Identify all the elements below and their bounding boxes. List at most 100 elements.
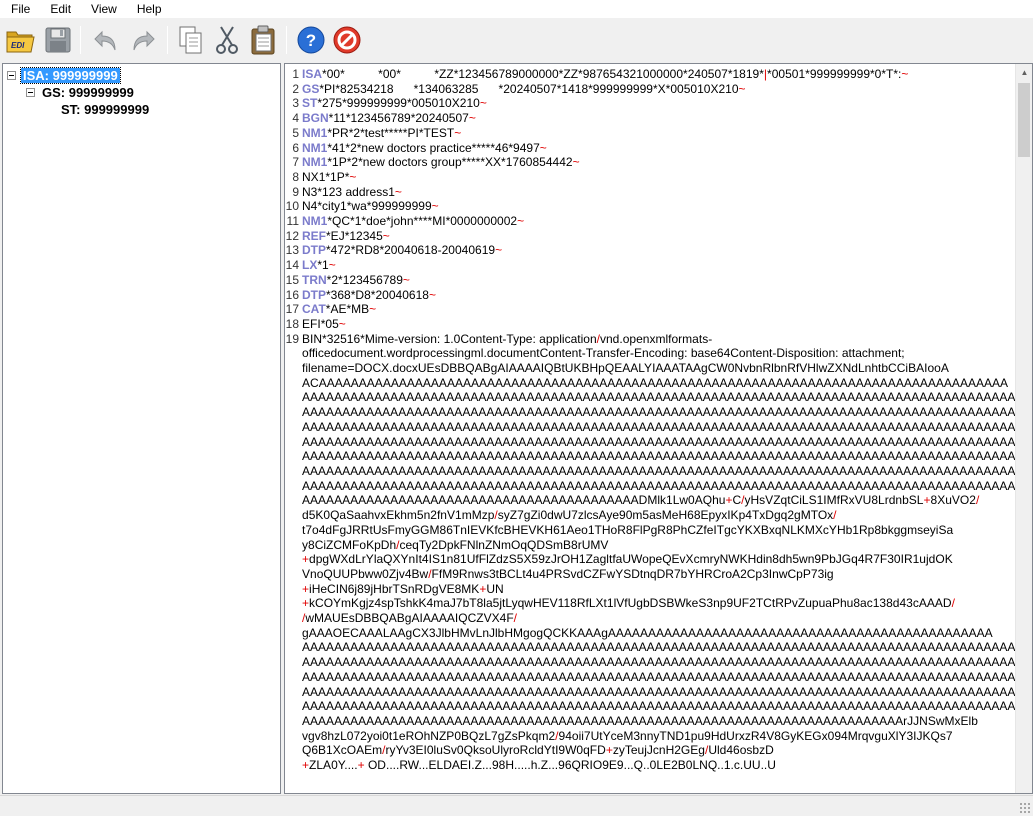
tree-node-st[interactable]: ST: 999999999 [59, 101, 151, 117]
editor-line-wrapped: ACAAAAAAAAAAAAAAAAAAAAAAAAAAAAAAAAAAAAAA… [285, 376, 1016, 391]
line-number [285, 758, 302, 773]
copy-icon[interactable] [175, 24, 207, 56]
line-number: 9 [292, 184, 299, 199]
editor-line: 11 NM1*QC*1*doe*john****MI*0000000002~ [285, 214, 1016, 229]
editor-line: 17 CAT*AE*MB~ [285, 302, 1016, 317]
segment-tree[interactable]: ISA: 999999999 GS: 999999999 ST: 9999999… [2, 63, 281, 794]
line-text: ST*275*999999999*005010X210~ [302, 96, 1016, 111]
collapse-icon[interactable] [7, 70, 16, 80]
segment-body: *QC*1*doe*john****MI*0000000002~ [327, 214, 525, 229]
open-edi-icon[interactable]: EDI [5, 24, 37, 56]
binary-data-row: d5K0QaSaahvxEkhm5n2fnV1mMzp/syZ7gZi0dwU7… [302, 508, 837, 523]
line-number [285, 640, 302, 655]
editor-line: 9 N3*123 address1~ [285, 185, 1016, 200]
segment-body: *368*D8*20040618~ [326, 287, 436, 302]
line-text: EFI*05~ [302, 317, 1016, 332]
menu-bar: File Edit View Help [0, 0, 1033, 18]
resize-grip-icon[interactable] [1019, 802, 1031, 814]
segment-id: ISA [302, 67, 323, 81]
line-number [285, 552, 302, 567]
menu-help[interactable]: Help [127, 0, 172, 18]
tree-label-st[interactable]: ST: 999999999 [59, 102, 151, 117]
editor-line-wrapped: filename=DOCX.docxUEsDBBQABgAIAAAAIQBtUK… [285, 361, 1016, 376]
line-number: 5 [292, 125, 299, 140]
save-icon[interactable] [42, 24, 74, 56]
edi-text-editor[interactable]: 1 ISA*00* *00* *ZZ*123456789000000*ZZ*987… [284, 63, 1033, 794]
binary-data-row: +kCOYmKgjz4spTshkK4maJ7bT8la5jtLyqwHEV11… [302, 596, 955, 611]
collapse-icon[interactable] [26, 87, 35, 97]
binary-data-row: officedocument.wordprocessingml.document… [302, 346, 905, 361]
editor-line-wrapped: AAAAAAAAAAAAAAAAAAAAAAAAAAAAAAAAAAAAAAAA… [285, 464, 1016, 479]
cut-icon[interactable] [211, 24, 243, 56]
segment-id: ST [302, 96, 318, 111]
toolbar-separator [80, 26, 81, 54]
line-number [285, 714, 302, 729]
redo-icon[interactable] [127, 24, 159, 56]
segment-id: CAT [302, 302, 326, 317]
line-text: N4*city1*wa*999999999~ [302, 199, 1016, 214]
binary-data-row: VnoQUUPbww0Zjv4Bw/FfM9Rnws3tBCLt4u4PRSvd… [302, 566, 834, 581]
binary-data-row: AAAAAAAAAAAAAAAAAAAAAAAAAAAAAAAAAAAAAAAA… [302, 390, 1016, 405]
scroll-thumb[interactable] [1018, 83, 1030, 157]
editor-line: 2 GS*PI*82534218 *134063285 *20240507*141… [285, 82, 1016, 97]
tree-label-gs[interactable]: GS: 999999999 [40, 85, 136, 100]
line-text: NX1*1P*~ [302, 170, 1016, 185]
line-number: 1 [292, 67, 299, 81]
editor-line-wrapped: AAAAAAAAAAAAAAAAAAAAAAAAAAAAAAAAAAAAAAAA… [285, 640, 1016, 655]
tree-node-isa[interactable]: ISA: 999999999 [7, 66, 121, 84]
binary-data-row: y8CiZCMFoKpDh/ceqTy2DpkFNlnZNmOqQDSmB8rU… [302, 537, 609, 552]
segment-body: *275*999999999*005010X210~ [317, 96, 487, 111]
editor-line-wrapped: gAAAOECAAALAAgCX3JlbHMvLnJlbHMgogQCKKAAA… [285, 626, 1016, 641]
segment-id: GS [302, 81, 320, 96]
line-number [285, 523, 302, 538]
scroll-up-icon[interactable]: ▲ [1016, 64, 1032, 81]
segment-body: *41*2*new doctors practice*****46*9497~ [327, 140, 547, 155]
pane-splitter[interactable] [281, 63, 283, 794]
tree-node-gs[interactable]: GS: 999999999 [26, 84, 136, 100]
segment-body: *472*RD8*20040618-20040619~ [326, 243, 503, 258]
undo-icon[interactable] [90, 24, 122, 56]
menu-file[interactable]: File [0, 0, 40, 18]
binary-data-row: AAAAAAAAAAAAAAAAAAAAAAAAAAAAAAAAAAAAAAAA… [302, 463, 1016, 478]
line-number: 15 [285, 272, 299, 287]
toolbar-separator [167, 26, 168, 54]
menu-view[interactable]: View [81, 0, 127, 18]
segment-id: LX [302, 258, 318, 273]
paste-icon[interactable] [247, 24, 279, 56]
editor-line-wrapped: AAAAAAAAAAAAAAAAAAAAAAAAAAAAAAAAAAAAAAAA… [285, 479, 1016, 494]
editor-line: 16 DTP*368*D8*20040618~ [285, 288, 1016, 303]
line-number: 18 [285, 316, 299, 331]
line-text: NM1*QC*1*doe*john****MI*0000000002~ [302, 214, 1016, 229]
line-number [285, 596, 302, 611]
binary-data-row: AAAAAAAAAAAAAAAAAAAAAAAAAAAAAAAAAAAAAAAA… [302, 699, 1016, 714]
binary-data-row: AAAAAAAAAAAAAAAAAAAAAAAAAAAAAAAAAAAAAAAA… [302, 405, 1016, 420]
line-number [285, 464, 302, 479]
vertical-scrollbar[interactable]: ▲ [1015, 64, 1032, 793]
tree-label-isa[interactable]: ISA: 999999999 [20, 66, 121, 84]
editor-line-wrapped: AAAAAAAAAAAAAAAAAAAAAAAAAAAAAAAAAAAAAAAA… [285, 670, 1016, 685]
line-number [285, 699, 302, 714]
line-number [285, 420, 302, 435]
open-edi-label: EDI [11, 41, 25, 50]
stop-icon[interactable] [331, 24, 363, 56]
binary-data-row: +iHeCIN6j89jHbrTSnRDgVE8MK+UN [302, 581, 504, 596]
binary-data-row: /wMAUEsDBBQABgAIAAAAIQCZVX4F/ [302, 611, 518, 626]
line-text: BGN*11*123456789*20240507~ [302, 111, 1016, 126]
editor-line-wrapped: AAAAAAAAAAAAAAAAAAAAAAAAAAAAAAAAAAAAAAAA… [285, 435, 1016, 450]
line-number: 2 [292, 81, 299, 96]
line-number [285, 508, 302, 523]
line-number [285, 567, 302, 582]
binary-data-row: vgv8hzL072yoi0t1eROhNZP0BQzL7gZsPkqm2/94… [302, 728, 953, 743]
line-number [285, 538, 302, 553]
menu-edit[interactable]: Edit [40, 0, 81, 18]
line-number [285, 685, 302, 700]
line-number [285, 361, 302, 376]
line-number: 11 [286, 214, 299, 229]
line-number [285, 655, 302, 670]
binary-data-row: gAAAOECAAALAAgCX3JlbHMvLnJlbHMgogQCKKAAA… [302, 625, 993, 640]
line-number [285, 670, 302, 685]
binary-data-row: AAAAAAAAAAAAAAAAAAAAAAAAAAAAAAAAAAAAAAAA… [302, 449, 1016, 464]
help-icon[interactable]: ? [295, 24, 327, 56]
binary-data-row: t7o4dFgJRRtUsFmyGGM86TnIEVKfcBHEVKH61Aeo… [302, 522, 954, 537]
line-text: NM1*41*2*new doctors practice*****46*949… [302, 141, 1016, 156]
